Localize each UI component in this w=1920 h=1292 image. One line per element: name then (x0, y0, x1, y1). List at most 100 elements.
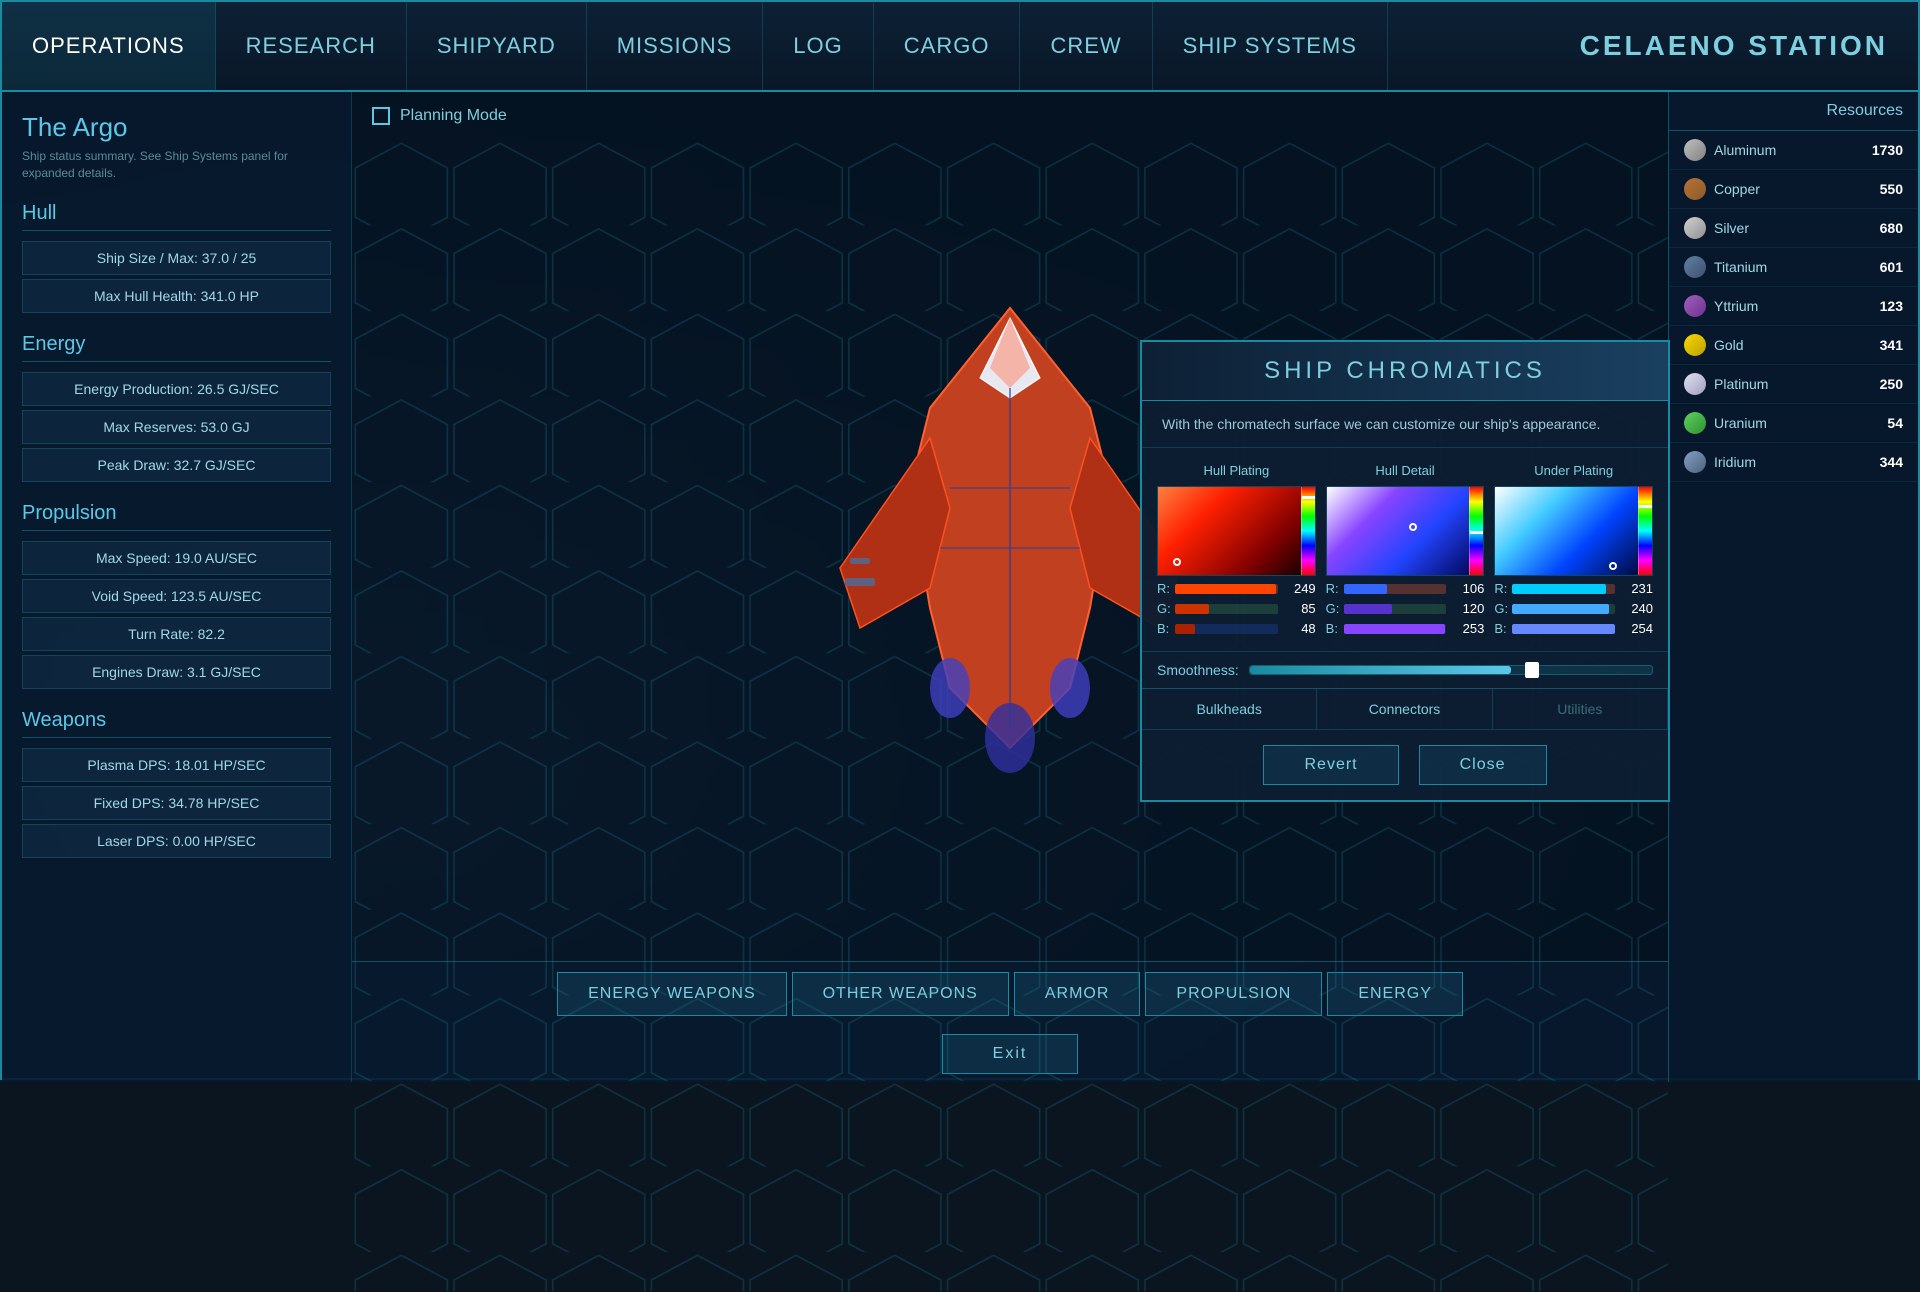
hull-stat-health: Max Hull Health: 341.0 HP (22, 279, 331, 313)
resource-name: Yttrium (1714, 298, 1872, 314)
resource-row: Titanium 601 (1669, 248, 1918, 287)
resource-row: Gold 341 (1669, 326, 1918, 365)
top-navigation: Operations Research Shipyard Missions Lo… (2, 2, 1918, 92)
g-row: G: 120 (1326, 601, 1485, 616)
color-canvas[interactable] (1157, 486, 1316, 576)
prop-stat-void: Void Speed: 123.5 AU/SEC (22, 579, 331, 613)
resource-icon (1684, 412, 1706, 434)
planning-mode-label: Planning Mode (400, 107, 507, 125)
resource-icon (1684, 256, 1706, 278)
close-button[interactable]: Close (1419, 745, 1547, 785)
smoothness-handle (1525, 662, 1539, 678)
smoothness-fill (1250, 666, 1511, 674)
smoothness-track[interactable] (1249, 665, 1653, 675)
ship-name: The Argo (22, 112, 331, 143)
resource-value: 344 (1880, 454, 1903, 470)
resource-value: 54 (1887, 415, 1903, 431)
resource-name: Uranium (1714, 415, 1879, 431)
color-dot (1173, 558, 1181, 566)
g-slider[interactable] (1512, 604, 1615, 614)
propulsion-header: Propulsion (22, 502, 331, 531)
slider-handle (1302, 496, 1315, 499)
resource-row: Iridium 344 (1669, 443, 1918, 482)
right-panel: Resources Aluminum 1730 Copper 550 Silve… (1668, 92, 1918, 1082)
chromatics-bottom-tabs: BulkheadsConnectorsUtilities (1142, 688, 1668, 729)
b-slider[interactable] (1344, 624, 1447, 634)
nav-research[interactable]: Research (216, 2, 407, 90)
resource-row: Aluminum 1730 (1669, 131, 1918, 170)
left-panel: The Argo Ship status summary. See Ship S… (2, 92, 352, 1082)
nav-cargo[interactable]: Cargo (874, 2, 1021, 90)
hull-header: Hull (22, 202, 331, 231)
b-slider[interactable] (1512, 624, 1615, 634)
resource-row: Silver 680 (1669, 209, 1918, 248)
nav-shipyard[interactable]: Shipyard (407, 2, 587, 90)
resource-value: 341 (1880, 337, 1903, 353)
ship-subtitle: Ship status summary. See Ship Systems pa… (22, 148, 331, 182)
resource-value: 601 (1880, 259, 1903, 275)
chromatics-actions: Revert Close (1142, 729, 1668, 800)
propulsion-section: Propulsion Max Speed: 19.0 AU/SEC Void S… (22, 502, 331, 689)
color-pickers-row: Hull Plating R: 249 G: 85 (1142, 448, 1668, 651)
resource-row: Uranium 54 (1669, 404, 1918, 443)
chromatics-description: With the chromatech surface we can custo… (1142, 401, 1668, 448)
color-canvas[interactable] (1494, 486, 1653, 576)
r-slider[interactable] (1175, 584, 1278, 594)
resource-icon (1684, 451, 1706, 473)
resource-name: Copper (1714, 181, 1872, 197)
r-row: R: 106 (1326, 581, 1485, 596)
resource-name: Titanium (1714, 259, 1872, 275)
energy-header: Energy (22, 333, 331, 362)
planning-bar: Planning Mode (352, 92, 1668, 140)
resource-icon (1684, 295, 1706, 317)
resource-value: 550 (1880, 181, 1903, 197)
resource-row: Copper 550 (1669, 170, 1918, 209)
b-slider[interactable] (1175, 624, 1278, 634)
slider-handle (1639, 505, 1652, 508)
r-slider[interactable] (1512, 584, 1615, 594)
resource-value: 123 (1880, 298, 1903, 314)
color-dot (1609, 562, 1617, 570)
resource-icon (1684, 217, 1706, 239)
chromatics-tab[interactable]: Connectors (1317, 689, 1492, 729)
r-slider[interactable] (1344, 584, 1447, 594)
resource-name: Silver (1714, 220, 1872, 236)
resource-name: Iridium (1714, 454, 1872, 470)
slider-handle (1470, 531, 1483, 534)
planning-mode-checkbox[interactable] (372, 107, 390, 125)
resource-icon (1684, 139, 1706, 161)
chromatics-tab[interactable]: Utilities (1493, 689, 1668, 729)
nav-log[interactable]: Log (763, 2, 873, 90)
resource-row: Platinum 250 (1669, 365, 1918, 404)
nav-ship-systems[interactable]: Ship Systems (1153, 2, 1388, 90)
resource-icon (1684, 373, 1706, 395)
color-picker-section: Hull Plating R: 249 G: 85 (1157, 463, 1316, 636)
energy-stat-production: Energy Production: 26.5 GJ/SEC (22, 372, 331, 406)
color-canvas[interactable] (1326, 486, 1485, 576)
resources-header: Resources (1669, 92, 1918, 131)
nav-missions[interactable]: Missions (587, 2, 764, 90)
resource-row: Yttrium 123 (1669, 287, 1918, 326)
color-dot (1409, 523, 1417, 531)
b-row: B: 48 (1157, 621, 1316, 636)
energy-stat-draw: Peak Draw: 32.7 GJ/SEC (22, 448, 331, 482)
chromatics-tab[interactable]: Bulkheads (1142, 689, 1317, 729)
nav-operations[interactable]: Operations (2, 2, 216, 90)
nav-crew[interactable]: Crew (1020, 2, 1152, 90)
g-slider[interactable] (1175, 604, 1278, 614)
weapons-header: Weapons (22, 709, 331, 738)
color-picker-label: Hull Detail (1326, 463, 1485, 478)
resource-value: 250 (1880, 376, 1903, 392)
hull-stat-size: Ship Size / Max: 37.0 / 25 (22, 241, 331, 275)
resource-name: Platinum (1714, 376, 1872, 392)
g-row: G: 85 (1157, 601, 1316, 616)
color-picker-label: Hull Plating (1157, 463, 1316, 478)
energy-stat-reserves: Max Reserves: 53.0 GJ (22, 410, 331, 444)
resource-icon (1684, 178, 1706, 200)
r-row: R: 231 (1494, 581, 1653, 596)
weapons-stat-laser: Laser DPS: 0.00 HP/SEC (22, 824, 331, 858)
revert-button[interactable]: Revert (1263, 745, 1398, 785)
resource-name: Aluminum (1714, 142, 1864, 158)
g-slider[interactable] (1344, 604, 1447, 614)
resource-list: Aluminum 1730 Copper 550 Silver 680 Tita… (1669, 131, 1918, 482)
